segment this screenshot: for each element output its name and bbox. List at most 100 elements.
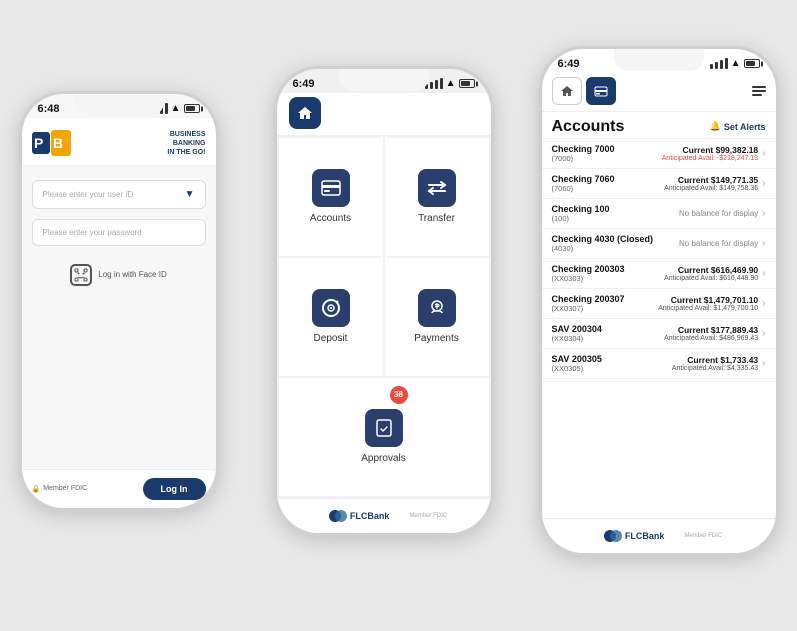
account-balance-7: Current $1,733.43 Anticipated Avail: $4,… — [655, 355, 758, 372]
account-info-5: Checking 200307 (XX0307) — [552, 294, 655, 313]
accounts-page-title: Accounts — [552, 118, 625, 136]
payments-icon — [418, 289, 456, 327]
login-button[interactable]: Log In — [143, 478, 206, 500]
balance-avail-5: Anticipated Avail: $1,479,700.10 — [655, 305, 758, 312]
chevron-4: › — [762, 268, 765, 279]
user-id-input[interactable]: Please enter your user ID ▼ — [32, 180, 206, 209]
svg-text:P: P — [34, 135, 43, 151]
balance-current-0: Current $99,382.18 — [655, 145, 758, 155]
login-logo-left: P B — [32, 130, 72, 156]
account-info-7: SAV 200305 (XX0305) — [552, 354, 655, 373]
account-info-1: Checking 7060 (7060) — [552, 174, 655, 193]
flcbank-logo-2: FLCBank — [320, 505, 398, 527]
status-icons-2: ▲ — [425, 78, 475, 89]
time-2: 6:49 — [293, 78, 315, 90]
balance-avail-1: Anticipated Avail: $149,758.36 — [655, 185, 758, 192]
account-balance-6: Current $177,889.43 Anticipated Avail: $… — [655, 325, 758, 342]
menu-top-bar — [277, 93, 491, 136]
set-alerts-button[interactable]: 🔔 Set Alerts — [710, 121, 766, 132]
account-name-5: Checking 200307 — [552, 294, 655, 304]
chevron-0: › — [762, 148, 765, 159]
account-num-2: (100) — [552, 214, 655, 223]
balance-avail-6: Anticipated Avail: $486,969.43 — [655, 335, 758, 342]
account-balance-2: No balance for display — [655, 209, 758, 218]
accounts-list: Checking 7000 (7000) Current $99,382.18 … — [542, 139, 776, 518]
wifi-icon-2: ▲ — [446, 78, 456, 89]
account-name-6: SAV 200304 — [552, 324, 655, 334]
battery-icon-1 — [184, 104, 200, 113]
account-num-4: (XX0303) — [552, 274, 655, 283]
account-balance-3: No balance for display — [655, 239, 758, 248]
account-name-1: Checking 7060 — [552, 174, 655, 184]
account-balance-0: Current $99,382.18 Anticipated Avail: -$… — [655, 145, 758, 162]
account-row-2[interactable]: Checking 100 (100) No balance for displa… — [542, 199, 776, 229]
password-input[interactable]: Please enter your password — [32, 219, 206, 246]
menu-grid: Accounts Transfer — [277, 136, 491, 498]
account-info-4: Checking 200303 (XX0303) — [552, 264, 655, 283]
accounts-tab-btn[interactable] — [586, 77, 616, 105]
menu-item-accounts[interactable]: Accounts — [279, 138, 383, 256]
accounts-top-bar — [542, 73, 776, 112]
account-row-0[interactable]: Checking 7000 (7000) Current $99,382.18 … — [542, 139, 776, 169]
accounts-icon — [312, 169, 350, 207]
account-info-3: Checking 4030 (Closed) (4030) — [552, 234, 655, 253]
account-balance-1: Current $149,771.35 Anticipated Avail: $… — [655, 175, 758, 192]
account-num-5: (XX0307) — [552, 304, 655, 313]
accounts-label: Accounts — [310, 213, 351, 224]
login-form: Please enter your user ID ▼ Please enter… — [22, 166, 216, 469]
account-row-1[interactable]: Checking 7060 (7060) Current $149,771.35… — [542, 169, 776, 199]
account-row-6[interactable]: SAV 200304 (XX0304) Current $177,889.43 … — [542, 319, 776, 349]
balance-current-5: Current $1,479,701.10 — [655, 295, 758, 305]
account-name-4: Checking 200303 — [552, 264, 655, 274]
balance-avail-4: Anticipated Avail: $616,448.90 — [655, 275, 758, 282]
svg-text:B: B — [53, 135, 63, 151]
menu-item-deposit[interactable]: Deposit — [279, 258, 383, 376]
account-info-2: Checking 100 (100) — [552, 204, 655, 223]
flcbank-logo-3: FLCBank — [595, 525, 673, 547]
account-row-5[interactable]: Checking 200307 (XX0307) Current $1,479,… — [542, 289, 776, 319]
notch — [74, 94, 164, 116]
chevron-6: › — [762, 328, 765, 339]
phone-login: 6:48 ▲ P — [19, 91, 219, 511]
battery-icon-3 — [744, 59, 760, 68]
menu-item-transfer[interactable]: Transfer — [385, 138, 489, 256]
notch-2 — [339, 69, 429, 91]
face-id-icon — [70, 264, 92, 286]
chevron-5: › — [762, 298, 765, 309]
status-icons-3: ▲ — [710, 58, 760, 69]
home-button[interactable] — [289, 97, 321, 129]
chevron-3: › — [762, 238, 765, 249]
chevron-1: › — [762, 178, 765, 189]
account-row-3[interactable]: Checking 4030 (Closed) (4030) No balance… — [542, 229, 776, 259]
dropdown-icon: ▼ — [185, 189, 195, 200]
account-name-3: Checking 4030 (Closed) — [552, 234, 655, 244]
balance-none-3: No balance for display — [655, 239, 758, 248]
account-num-1: (7060) — [552, 184, 655, 193]
home-icon-btn[interactable] — [552, 77, 582, 105]
account-num-3: (4030) — [552, 244, 655, 253]
accounts-footer: FLCBank Member FDIC — [542, 518, 776, 553]
account-name-2: Checking 100 — [552, 204, 655, 214]
deposit-icon — [312, 289, 350, 327]
face-id-section: Log in with Face ID — [32, 264, 206, 286]
chevron-2: › — [762, 208, 765, 219]
balance-current-7: Current $1,733.43 — [655, 355, 758, 365]
approvals-badge: 38 — [390, 386, 408, 404]
approvals-icon — [365, 409, 403, 447]
menu-item-approvals[interactable]: 38 Approvals — [279, 378, 489, 496]
deposit-label: Deposit — [314, 333, 348, 344]
menu-item-payments[interactable]: Payments — [385, 258, 489, 376]
account-name-7: SAV 200305 — [552, 354, 655, 364]
balance-none-2: No balance for display — [655, 209, 758, 218]
account-name-0: Checking 7000 — [552, 144, 655, 154]
phones-container: 6:48 ▲ P — [9, 11, 789, 621]
notch-3 — [614, 49, 704, 71]
fdic-label: 🔒 Member FDIC — [32, 485, 88, 493]
time-3: 6:49 — [558, 58, 580, 70]
hamburger-menu-icon[interactable] — [752, 86, 766, 96]
account-row-4[interactable]: Checking 200303 (XX0303) Current $616,46… — [542, 259, 776, 289]
phone-accounts: 6:49 ▲ — [539, 46, 779, 556]
accounts-header: Accounts 🔔 Set Alerts — [542, 112, 776, 139]
account-row-7[interactable]: SAV 200305 (XX0305) Current $1,733.43 An… — [542, 349, 776, 379]
wifi-icon-3: ▲ — [731, 58, 741, 69]
